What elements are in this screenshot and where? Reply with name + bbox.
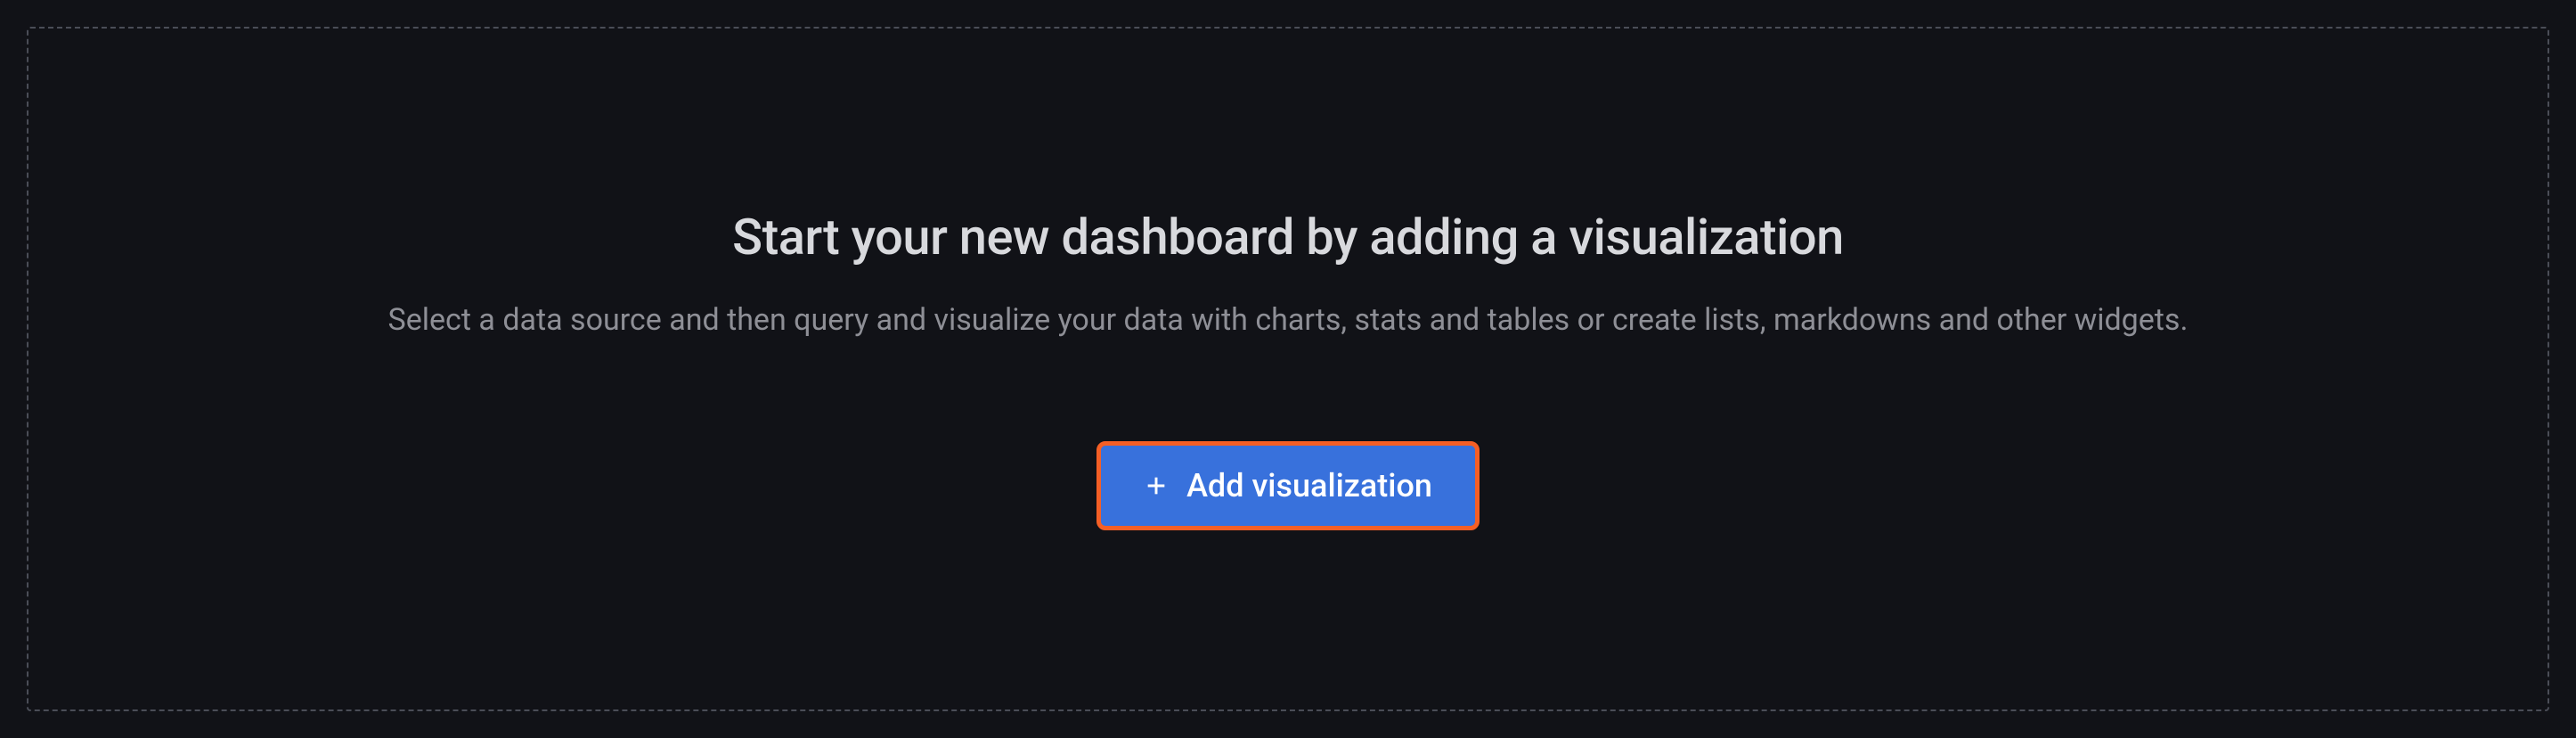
plus-icon: [1144, 473, 1169, 498]
add-visualization-button-label: Add visualization: [1186, 467, 1432, 504]
empty-dashboard-panel: Start your new dashboard by adding a vis…: [27, 27, 2549, 711]
empty-state-title: Start your new dashboard by adding a vis…: [732, 208, 1844, 266]
add-visualization-button[interactable]: Add visualization: [1096, 441, 1480, 530]
empty-state-description: Select a data source and then query and …: [388, 299, 2189, 342]
